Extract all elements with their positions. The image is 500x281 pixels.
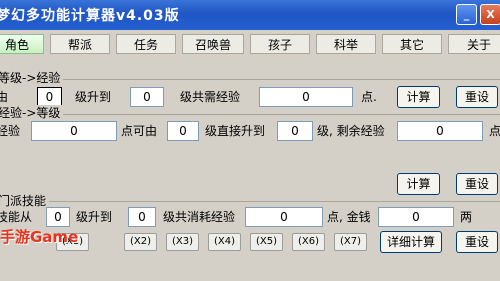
remaining-unit-label: 点 xyxy=(489,124,500,138)
tab-bar: 角色 帮派 任务 召唤兽 孩子 科举 其它 关于 xyxy=(0,34,500,54)
group-divider xyxy=(0,114,500,115)
tab-child[interactable]: 孩子 xyxy=(250,34,310,54)
exp-input[interactable]: 0 xyxy=(31,121,117,141)
multiplier-x6-button[interactable]: (X6) xyxy=(292,233,325,251)
tab-quest[interactable]: 任务 xyxy=(116,34,176,54)
to-level-input[interactable]: 0 xyxy=(130,87,164,107)
exp-needed-label: 级共需经验 xyxy=(180,90,241,104)
from-level-output[interactable]: 0 xyxy=(167,121,199,141)
level-prefix-label: 由 xyxy=(0,90,9,104)
calculate-button[interactable]: 计算 xyxy=(397,173,440,195)
close-button[interactable]: X xyxy=(480,4,500,25)
reset-button[interactable]: 重设 xyxy=(456,86,498,108)
multiplier-x4-button[interactable]: (X4) xyxy=(208,233,241,251)
tab-other[interactable]: 其它 xyxy=(382,34,442,54)
group-divider xyxy=(0,79,500,80)
calculate-button[interactable]: 计算 xyxy=(397,86,440,108)
window-title: 梦幻多功能计算器v4.03版 xyxy=(0,8,180,24)
to-level-output[interactable]: 0 xyxy=(277,121,313,141)
tab-exam[interactable]: 科举 xyxy=(316,34,376,54)
from-label: 点可由 xyxy=(121,124,158,138)
gold-output[interactable]: 0 xyxy=(378,207,454,227)
multiplier-x3-button[interactable]: (X3) xyxy=(166,233,199,251)
title-bar: 梦幻多功能计算器v4.03版 _ X xyxy=(0,0,500,30)
reset-button[interactable]: 重设 xyxy=(456,173,498,195)
exp-unit-label: 点. xyxy=(361,90,377,104)
gold-label: 点, 金钱 xyxy=(327,210,371,224)
multiplier-x2-button[interactable]: (X2) xyxy=(124,233,157,251)
remaining-exp-output[interactable]: 0 xyxy=(397,121,483,141)
tab-about[interactable]: 关于 xyxy=(448,34,500,54)
skill-upgrade-to-label: 级升到 xyxy=(76,210,113,224)
tab-faction[interactable]: 帮派 xyxy=(50,34,110,54)
close-icon: X xyxy=(486,8,495,21)
minimize-button[interactable]: _ xyxy=(456,4,477,25)
tab-summon[interactable]: 召唤兽 xyxy=(182,34,244,54)
exp-needed-output[interactable]: 0 xyxy=(259,87,353,107)
group-title-level-to-exp: 等级->经验 xyxy=(0,70,64,86)
direct-upgrade-label: 级直接升到 xyxy=(205,124,266,138)
detail-calculate-button[interactable]: 详细计算 xyxy=(380,231,442,253)
total-exp-label: 级共消耗经验 xyxy=(163,210,236,224)
skill-reset-button[interactable]: 重设 xyxy=(456,231,498,253)
watermark-logo: 手游Game xyxy=(0,228,79,246)
from-level-input[interactable]: 0 xyxy=(37,87,62,107)
skill-from-label: 技能从 xyxy=(0,210,33,224)
minimize-icon: _ xyxy=(463,8,470,21)
gold-unit-label: 两 xyxy=(460,210,473,224)
upgrade-to-label: 级升到 xyxy=(75,90,112,104)
group-divider xyxy=(0,201,500,202)
multiplier-x7-button[interactable]: (X7) xyxy=(334,233,367,251)
total-exp-output[interactable]: 0 xyxy=(245,207,323,227)
tab-character[interactable]: 角色 xyxy=(0,34,44,54)
remaining-exp-label: 级, 剩余经验 xyxy=(317,124,385,138)
group-title-exp-to-level: 经验->等级 xyxy=(0,105,64,121)
skill-from-level-input[interactable]: 0 xyxy=(46,207,70,227)
skill-to-level-input[interactable]: 0 xyxy=(128,207,156,227)
exp-label: 经验 xyxy=(0,124,21,138)
multiplier-x5-button[interactable]: (X5) xyxy=(250,233,283,251)
